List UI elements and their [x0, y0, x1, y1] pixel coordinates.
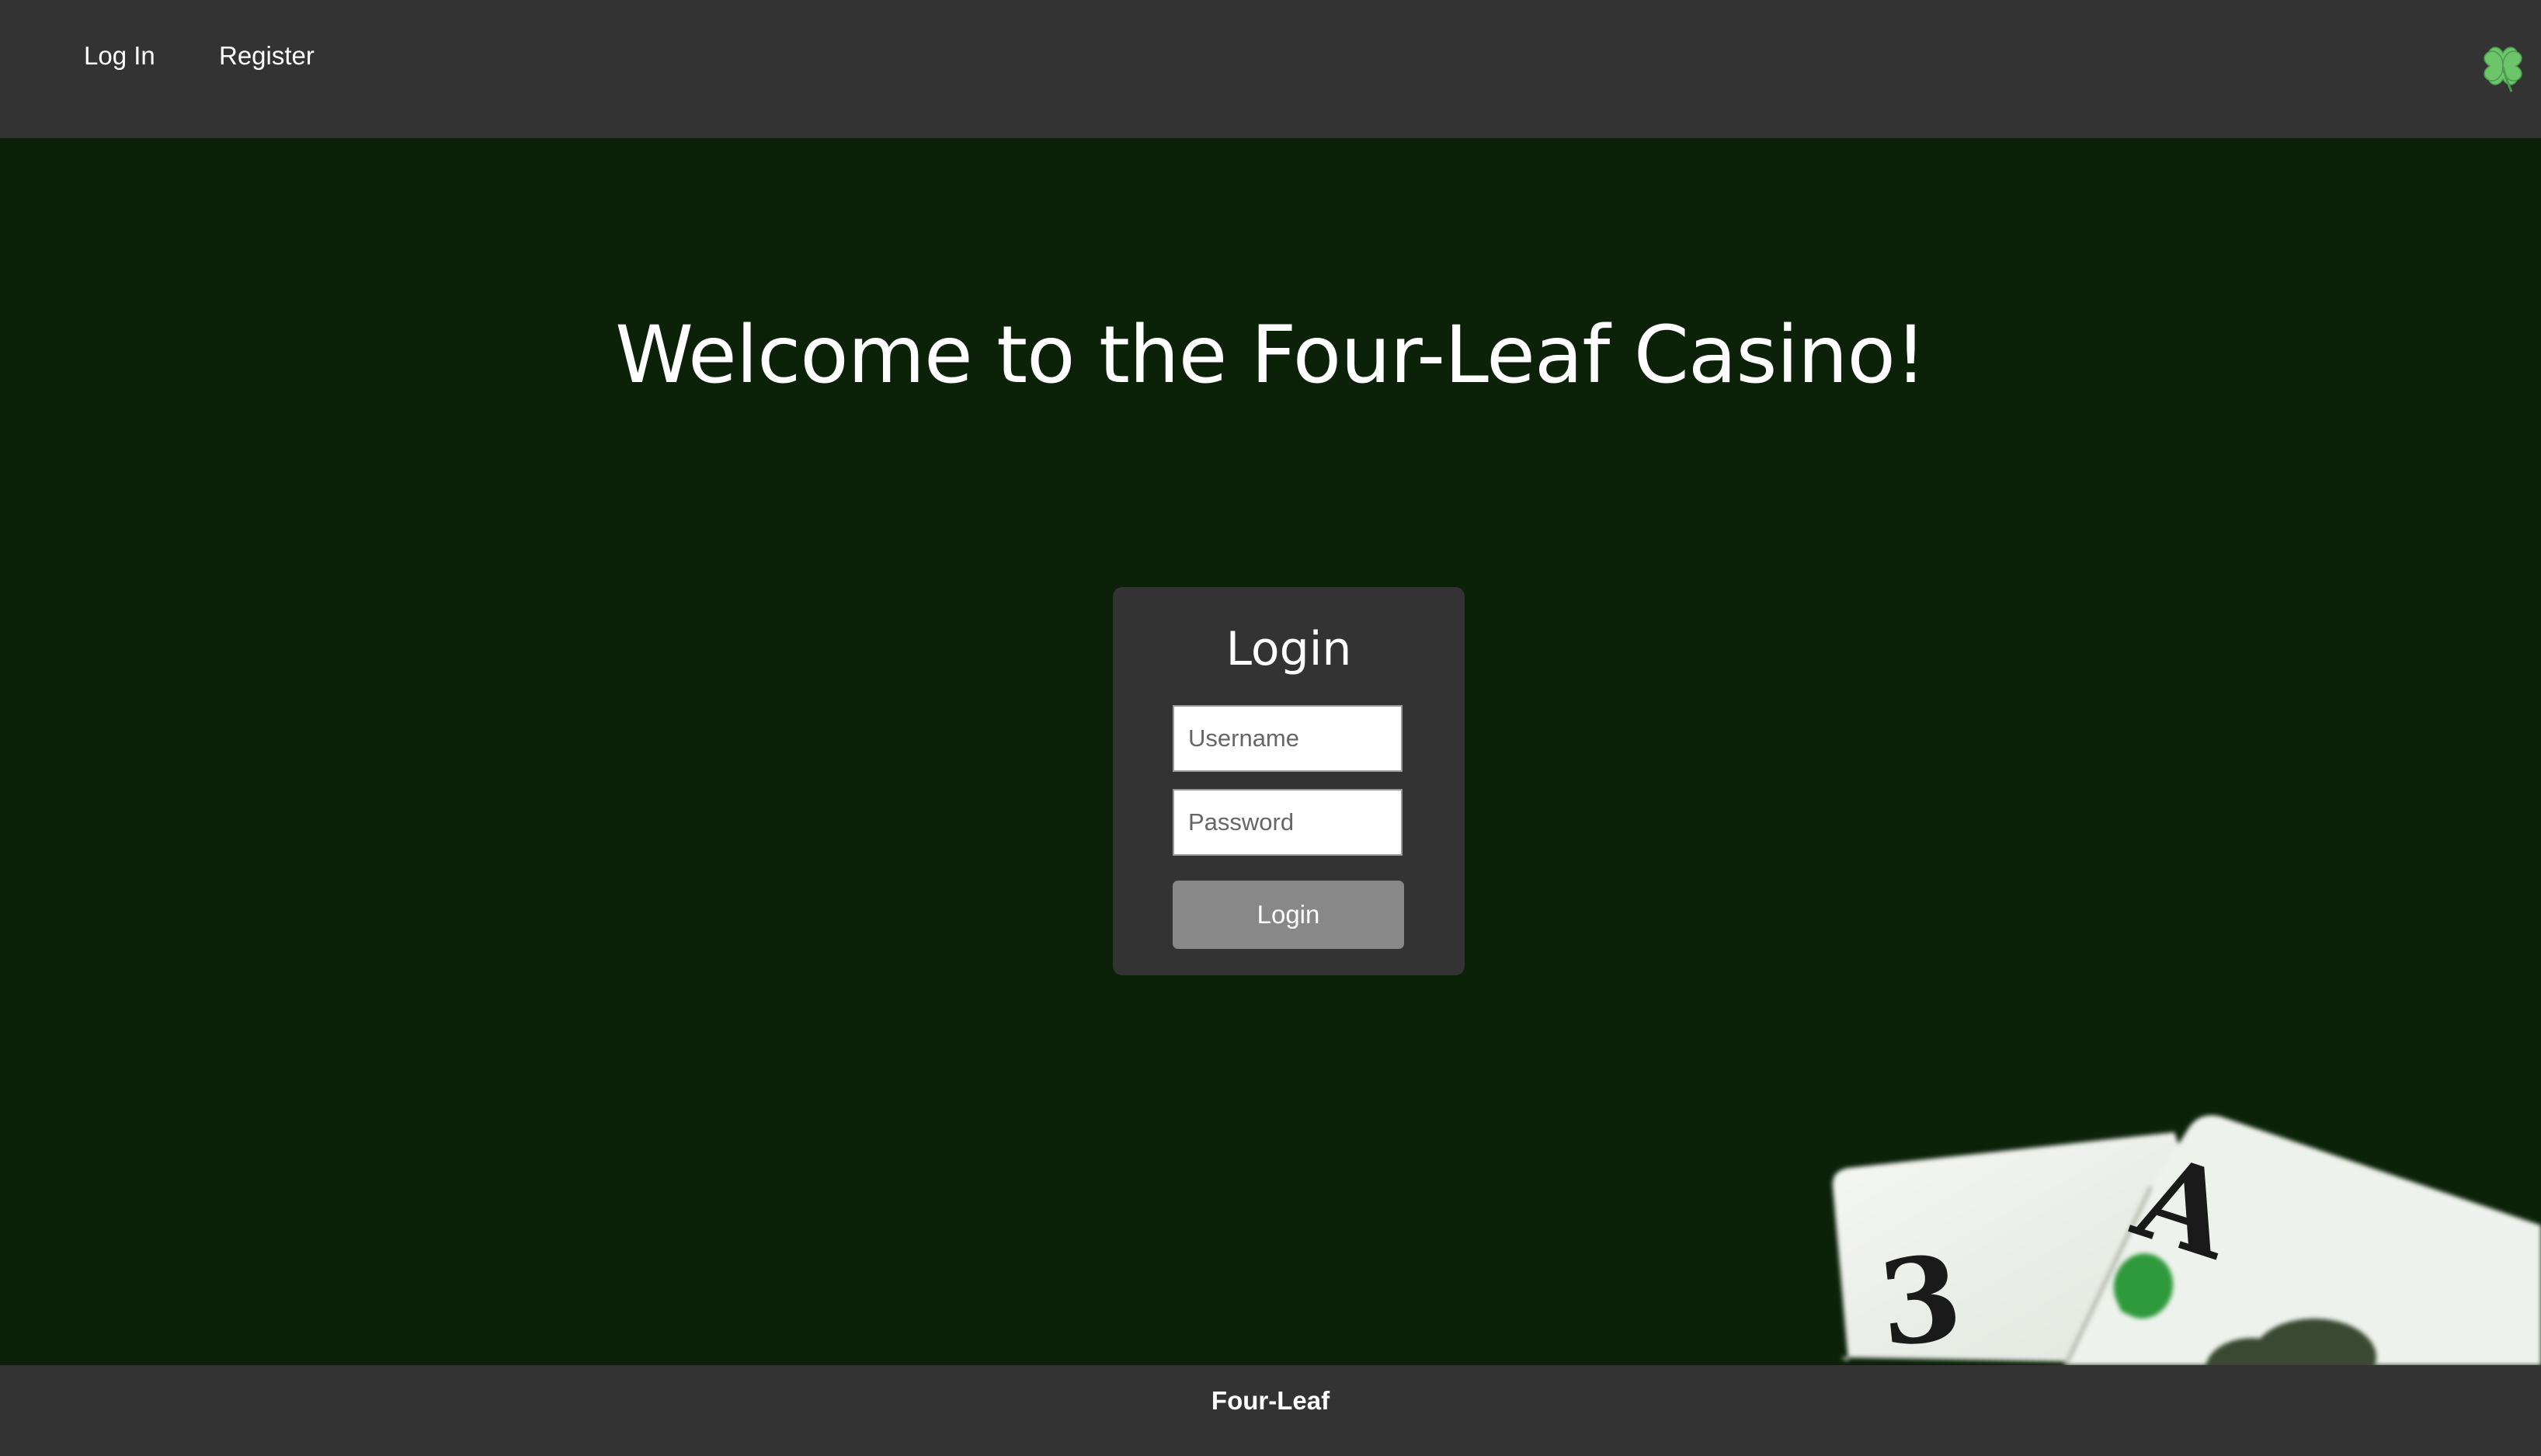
login-title: Login	[1225, 622, 1352, 676]
username-field[interactable]	[1173, 705, 1403, 772]
password-field[interactable]	[1173, 789, 1403, 856]
svg-text:3: 3	[1873, 1229, 1968, 1365]
four-leaf-clover-icon[interactable]	[2476, 40, 2530, 95]
top-navigation: Log In Register	[0, 0, 2541, 138]
login-form: Login Login	[1113, 587, 1465, 975]
nav-login-link[interactable]: Log In	[84, 40, 155, 71]
page-title: Welcome to the Four-Leaf Casino!	[615, 309, 1927, 401]
main-content: Welcome to the Four-Leaf Casino! Login L…	[0, 138, 2541, 1365]
nav-register-link[interactable]: Register	[219, 40, 315, 71]
footer-brand: Four-Leaf	[1211, 1386, 1330, 1415]
login-button[interactable]: Login	[1173, 881, 1404, 949]
playing-cards-illustration: 3 A	[1817, 1016, 2541, 1365]
footer: Four-Leaf	[0, 1365, 2541, 1456]
